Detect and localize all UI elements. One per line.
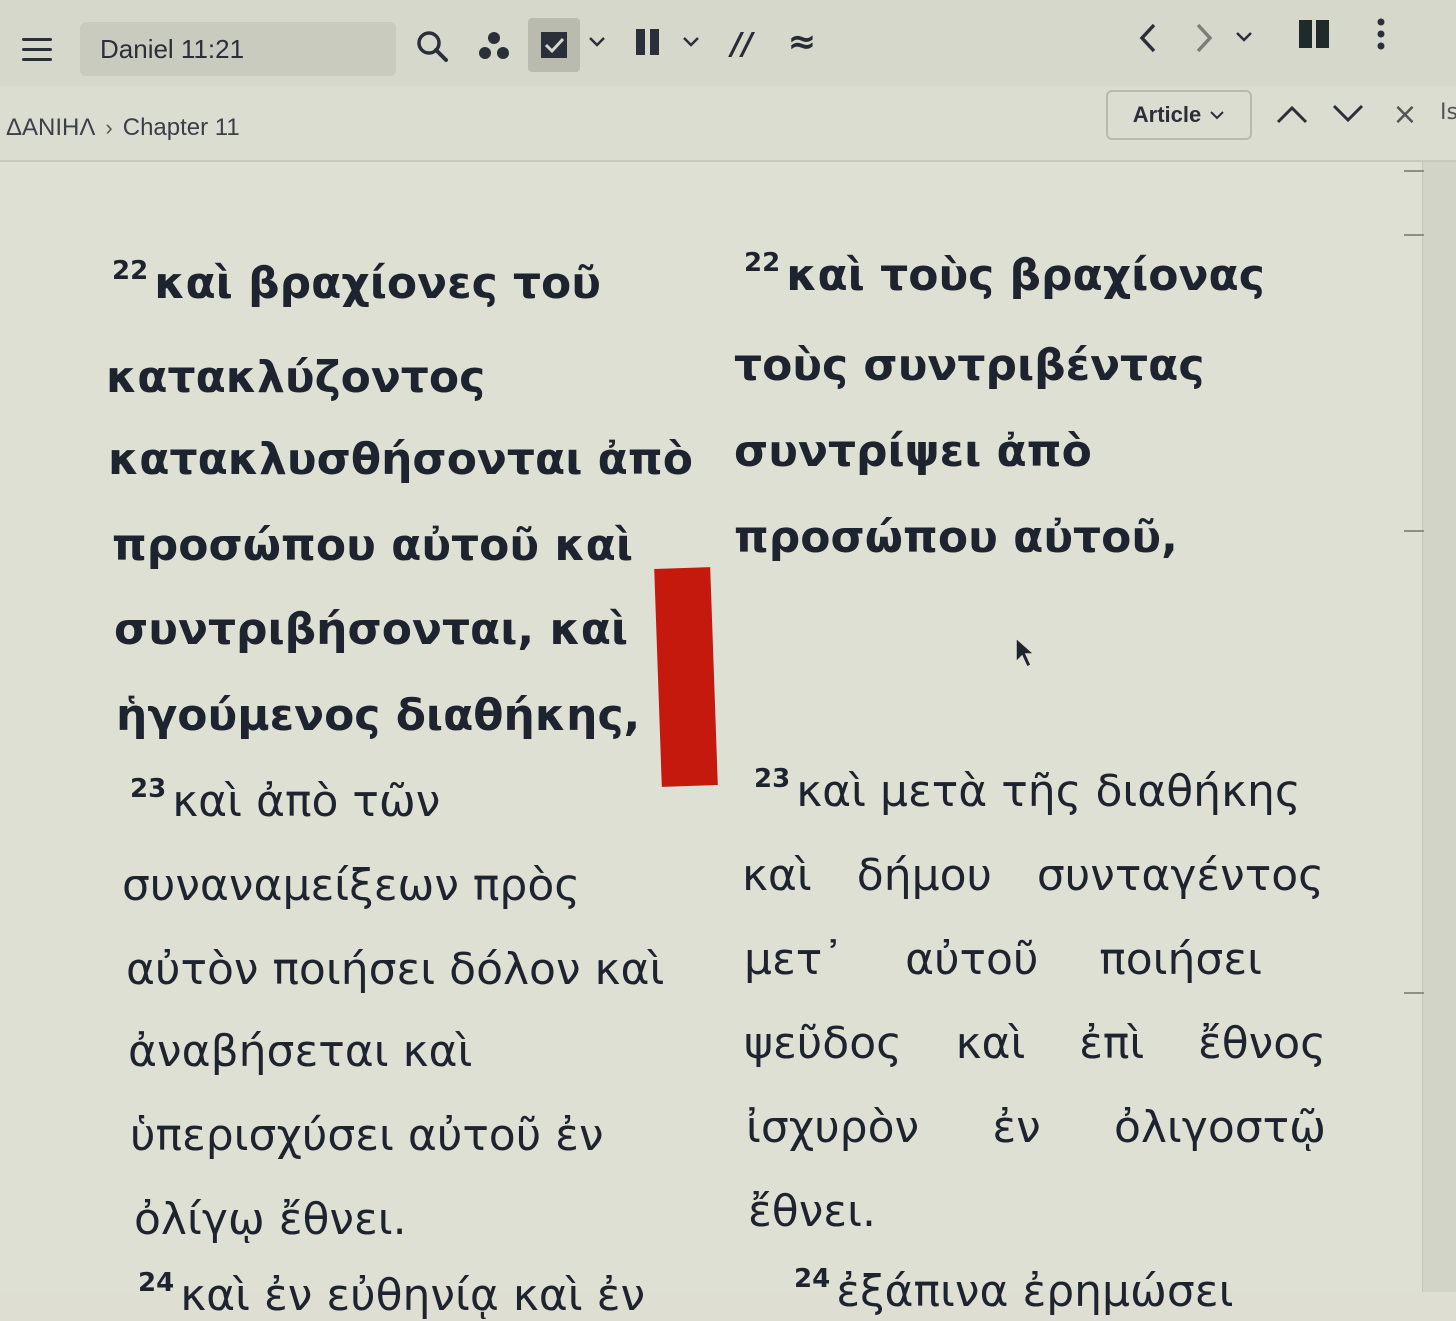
- reference-text: Daniel 11:21: [100, 33, 245, 64]
- chevron-down-icon[interactable]: [586, 30, 608, 52]
- verse-line: αὐτὸν ποιήσει δόλον καὶ: [126, 944, 665, 995]
- scroll-marker: [1404, 170, 1424, 172]
- verse-line: καὶ δήμου συνταγέντος: [742, 850, 1324, 901]
- verse-line: μετ᾽ αὐτοῦ ποιήσει: [744, 934, 1262, 985]
- scroll-marker: [1404, 234, 1424, 236]
- breadcrumb-separator: ›: [105, 115, 113, 140]
- pause-icon[interactable]: [632, 26, 664, 58]
- verse-line: προσώπου αὐτοῦ καὶ: [112, 520, 634, 571]
- verse-line: ἰσχυρὸν ἐν ὀλιγοστῷ: [746, 1102, 1326, 1153]
- chevron-left-icon[interactable]: [1130, 20, 1166, 56]
- chevron-down-icon: [1210, 111, 1224, 120]
- search-icon[interactable]: [412, 26, 452, 66]
- verse-line: συντρίψει ἀπὸ: [734, 426, 1092, 477]
- verse-line: ψεῦδος καὶ ἐπὶ ἔθνος: [744, 1018, 1326, 1069]
- group-icon[interactable]: [474, 26, 514, 66]
- breadcrumb: ΔΑΝΙΗΛ › Chapter 11: [6, 114, 240, 142]
- verse-line: ὀλίγῳ ἔθνει.: [134, 1194, 407, 1245]
- scroll-marker: [1404, 992, 1424, 994]
- verse-line: 22 καὶ τοὺς βραχίονας: [744, 248, 1265, 301]
- verse-number[interactable]: 23: [754, 764, 790, 794]
- menu-icon[interactable]: [18, 30, 58, 70]
- chevron-down-icon[interactable]: [1326, 92, 1370, 136]
- verse-line: ἡγούμενος διαθήκης,: [116, 690, 641, 741]
- verse-line: 22 καὶ βραχίονες τοῦ: [112, 256, 601, 309]
- verse-line: ἔθνει.: [748, 1186, 876, 1237]
- verse-line: ἀναβήσεται καὶ: [128, 1026, 473, 1077]
- verse-number[interactable]: 23: [130, 774, 166, 804]
- red-marker: [654, 567, 718, 787]
- panes-icon[interactable]: [1294, 16, 1334, 52]
- chevron-up-icon[interactable]: [1270, 92, 1314, 136]
- parallel-icon[interactable]: //: [722, 24, 762, 64]
- verse-number[interactable]: 22: [744, 248, 780, 278]
- mouse-cursor-icon: [1014, 636, 1038, 670]
- breadcrumb-book[interactable]: ΔΑΝΙΗΛ: [6, 114, 95, 142]
- verse-line: συντριβήσονται, καὶ: [114, 604, 629, 655]
- edge-tab-text: Is: [1440, 100, 1456, 125]
- article-dropdown[interactable]: Article: [1106, 90, 1252, 140]
- reference-input[interactable]: Daniel 11:21: [80, 22, 396, 76]
- verse-number[interactable]: 24: [138, 1268, 174, 1298]
- approx-icon[interactable]: ≈: [782, 22, 822, 62]
- scroll-marker: [1404, 530, 1424, 532]
- verse-number[interactable]: 22: [112, 256, 148, 286]
- article-label: Article: [1132, 102, 1202, 127]
- verse-line: τοὺς συντριβέντας: [734, 340, 1205, 391]
- chevron-down-icon[interactable]: [1230, 22, 1258, 50]
- more-icon[interactable]: [1366, 14, 1396, 54]
- verse-number[interactable]: 24: [794, 1264, 830, 1294]
- breadcrumb-chapter[interactable]: Chapter 11: [123, 114, 240, 142]
- chevron-down-icon[interactable]: [680, 30, 702, 52]
- scrollbar[interactable]: [1422, 162, 1456, 1292]
- chevron-right-icon[interactable]: [1186, 20, 1222, 56]
- verse-line: 23 καὶ ἀπὸ τῶν: [130, 774, 441, 827]
- verse-line: κατακλύζοντος: [106, 352, 486, 403]
- verse-line-partial: 24 καὶ ἐν εὐθηνίᾳ καὶ ἐν: [138, 1268, 646, 1321]
- top-toolbar: Daniel 11:21 // ≈: [0, 0, 1456, 87]
- checkbox-icon[interactable]: [528, 18, 580, 72]
- close-icon[interactable]: ×: [1388, 94, 1422, 134]
- verse-line: 23 καὶ μετὰ τῆς διαθήκης: [754, 764, 1301, 817]
- verse-line: συναναμείξεων πρὸς: [122, 860, 581, 911]
- verse-line: ὑπερισχύσει αὐτοῦ ἐν: [130, 1110, 604, 1161]
- verse-line: προσώπου αὐτοῦ,: [734, 512, 1178, 563]
- verse-line: κατακλυσθήσονται ἀπὸ: [108, 434, 693, 485]
